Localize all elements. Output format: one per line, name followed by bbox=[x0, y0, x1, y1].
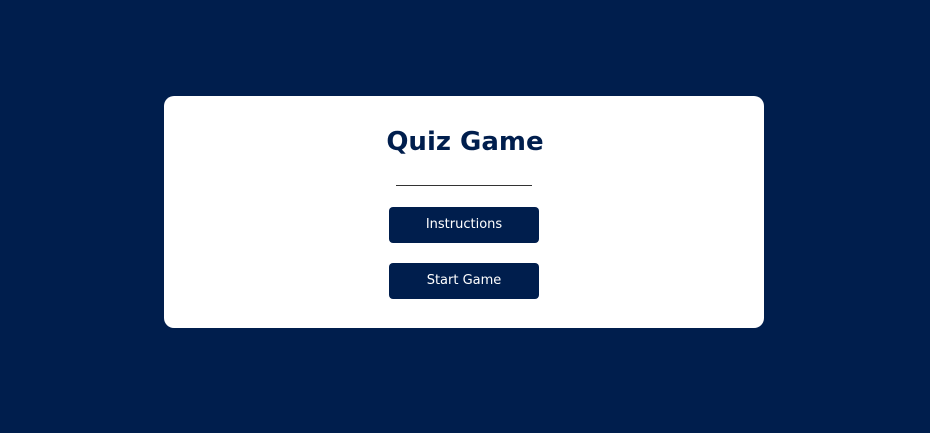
instructions-button[interactable]: Instructions bbox=[389, 207, 539, 243]
app-background: Quiz Game Instructions Start Game bbox=[0, 0, 930, 433]
page-title: Quiz Game bbox=[386, 127, 544, 157]
start-game-button[interactable]: Start Game bbox=[389, 263, 539, 299]
title-divider bbox=[396, 185, 532, 186]
